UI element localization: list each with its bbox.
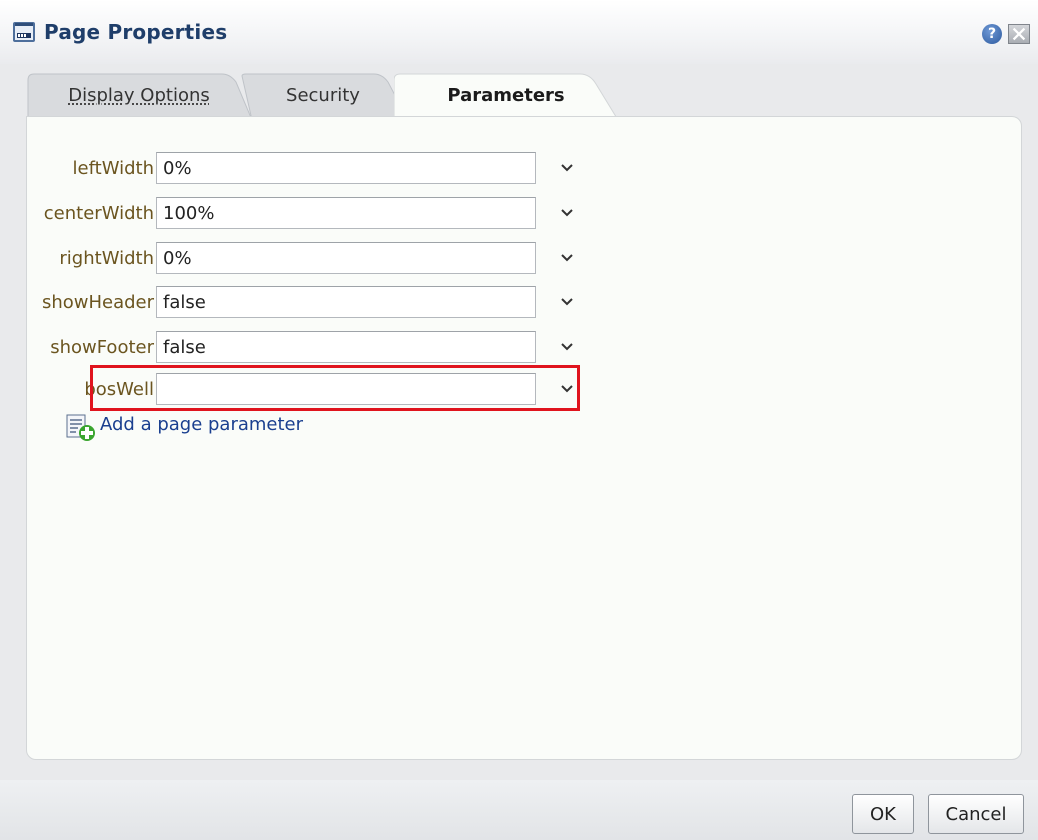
parameter-label: centerWidth (43, 203, 154, 224)
tab-security-label: Security (286, 85, 360, 106)
tab-display-options-label: Display Options (68, 85, 210, 106)
parameter-label: rightWidth (59, 248, 154, 269)
tab-parameters[interactable]: Parameters (394, 72, 618, 120)
parameter-row-leftwidth: leftWidth (0, 152, 600, 186)
parameter-label: leftWidth (72, 158, 154, 179)
page-properties-dialog: Page Properties ? Display Options Securi… (0, 0, 1038, 840)
chevron-down-icon[interactable] (560, 295, 574, 309)
ok-button[interactable]: OK (852, 794, 914, 834)
tab-bar: Display Options Security Parameters (26, 72, 1026, 120)
parameter-value-input[interactable] (156, 197, 536, 229)
help-icon[interactable]: ? (982, 24, 1002, 44)
parameter-row-showheader: showHeader (0, 286, 600, 320)
dialog-footer: OK Cancel (0, 780, 1038, 840)
dialog-title: Page Properties (44, 20, 228, 44)
page-properties-icon (13, 22, 35, 42)
parameter-value-input[interactable] (156, 152, 536, 184)
dialog-titlebar: Page Properties ? (0, 0, 1038, 64)
parameter-value-input[interactable] (156, 242, 536, 274)
tab-display-options[interactable]: Display Options (26, 72, 252, 120)
highlight-box (90, 365, 580, 411)
close-icon[interactable] (1008, 24, 1030, 44)
chevron-down-icon[interactable] (560, 251, 574, 265)
parameter-row-centerwidth: centerWidth (0, 197, 600, 231)
parameter-label: showHeader (41, 292, 154, 313)
parameter-value-input[interactable] (156, 331, 536, 363)
parameter-row-showfooter: showFooter (0, 331, 600, 365)
parameter-row-rightwidth: rightWidth (0, 242, 600, 276)
tab-security[interactable]: Security (238, 72, 408, 120)
parameter-value-input[interactable] (156, 286, 536, 318)
chevron-down-icon[interactable] (560, 161, 574, 175)
chevron-down-icon[interactable] (560, 206, 574, 220)
tab-parameters-label: Parameters (447, 85, 565, 106)
add-page-parameter-label: Add a page parameter (100, 414, 304, 435)
cancel-button[interactable]: Cancel (928, 794, 1024, 834)
chevron-down-icon[interactable] (560, 340, 574, 354)
add-parameter-icon (66, 414, 95, 441)
parameter-label: showFooter (50, 337, 154, 358)
